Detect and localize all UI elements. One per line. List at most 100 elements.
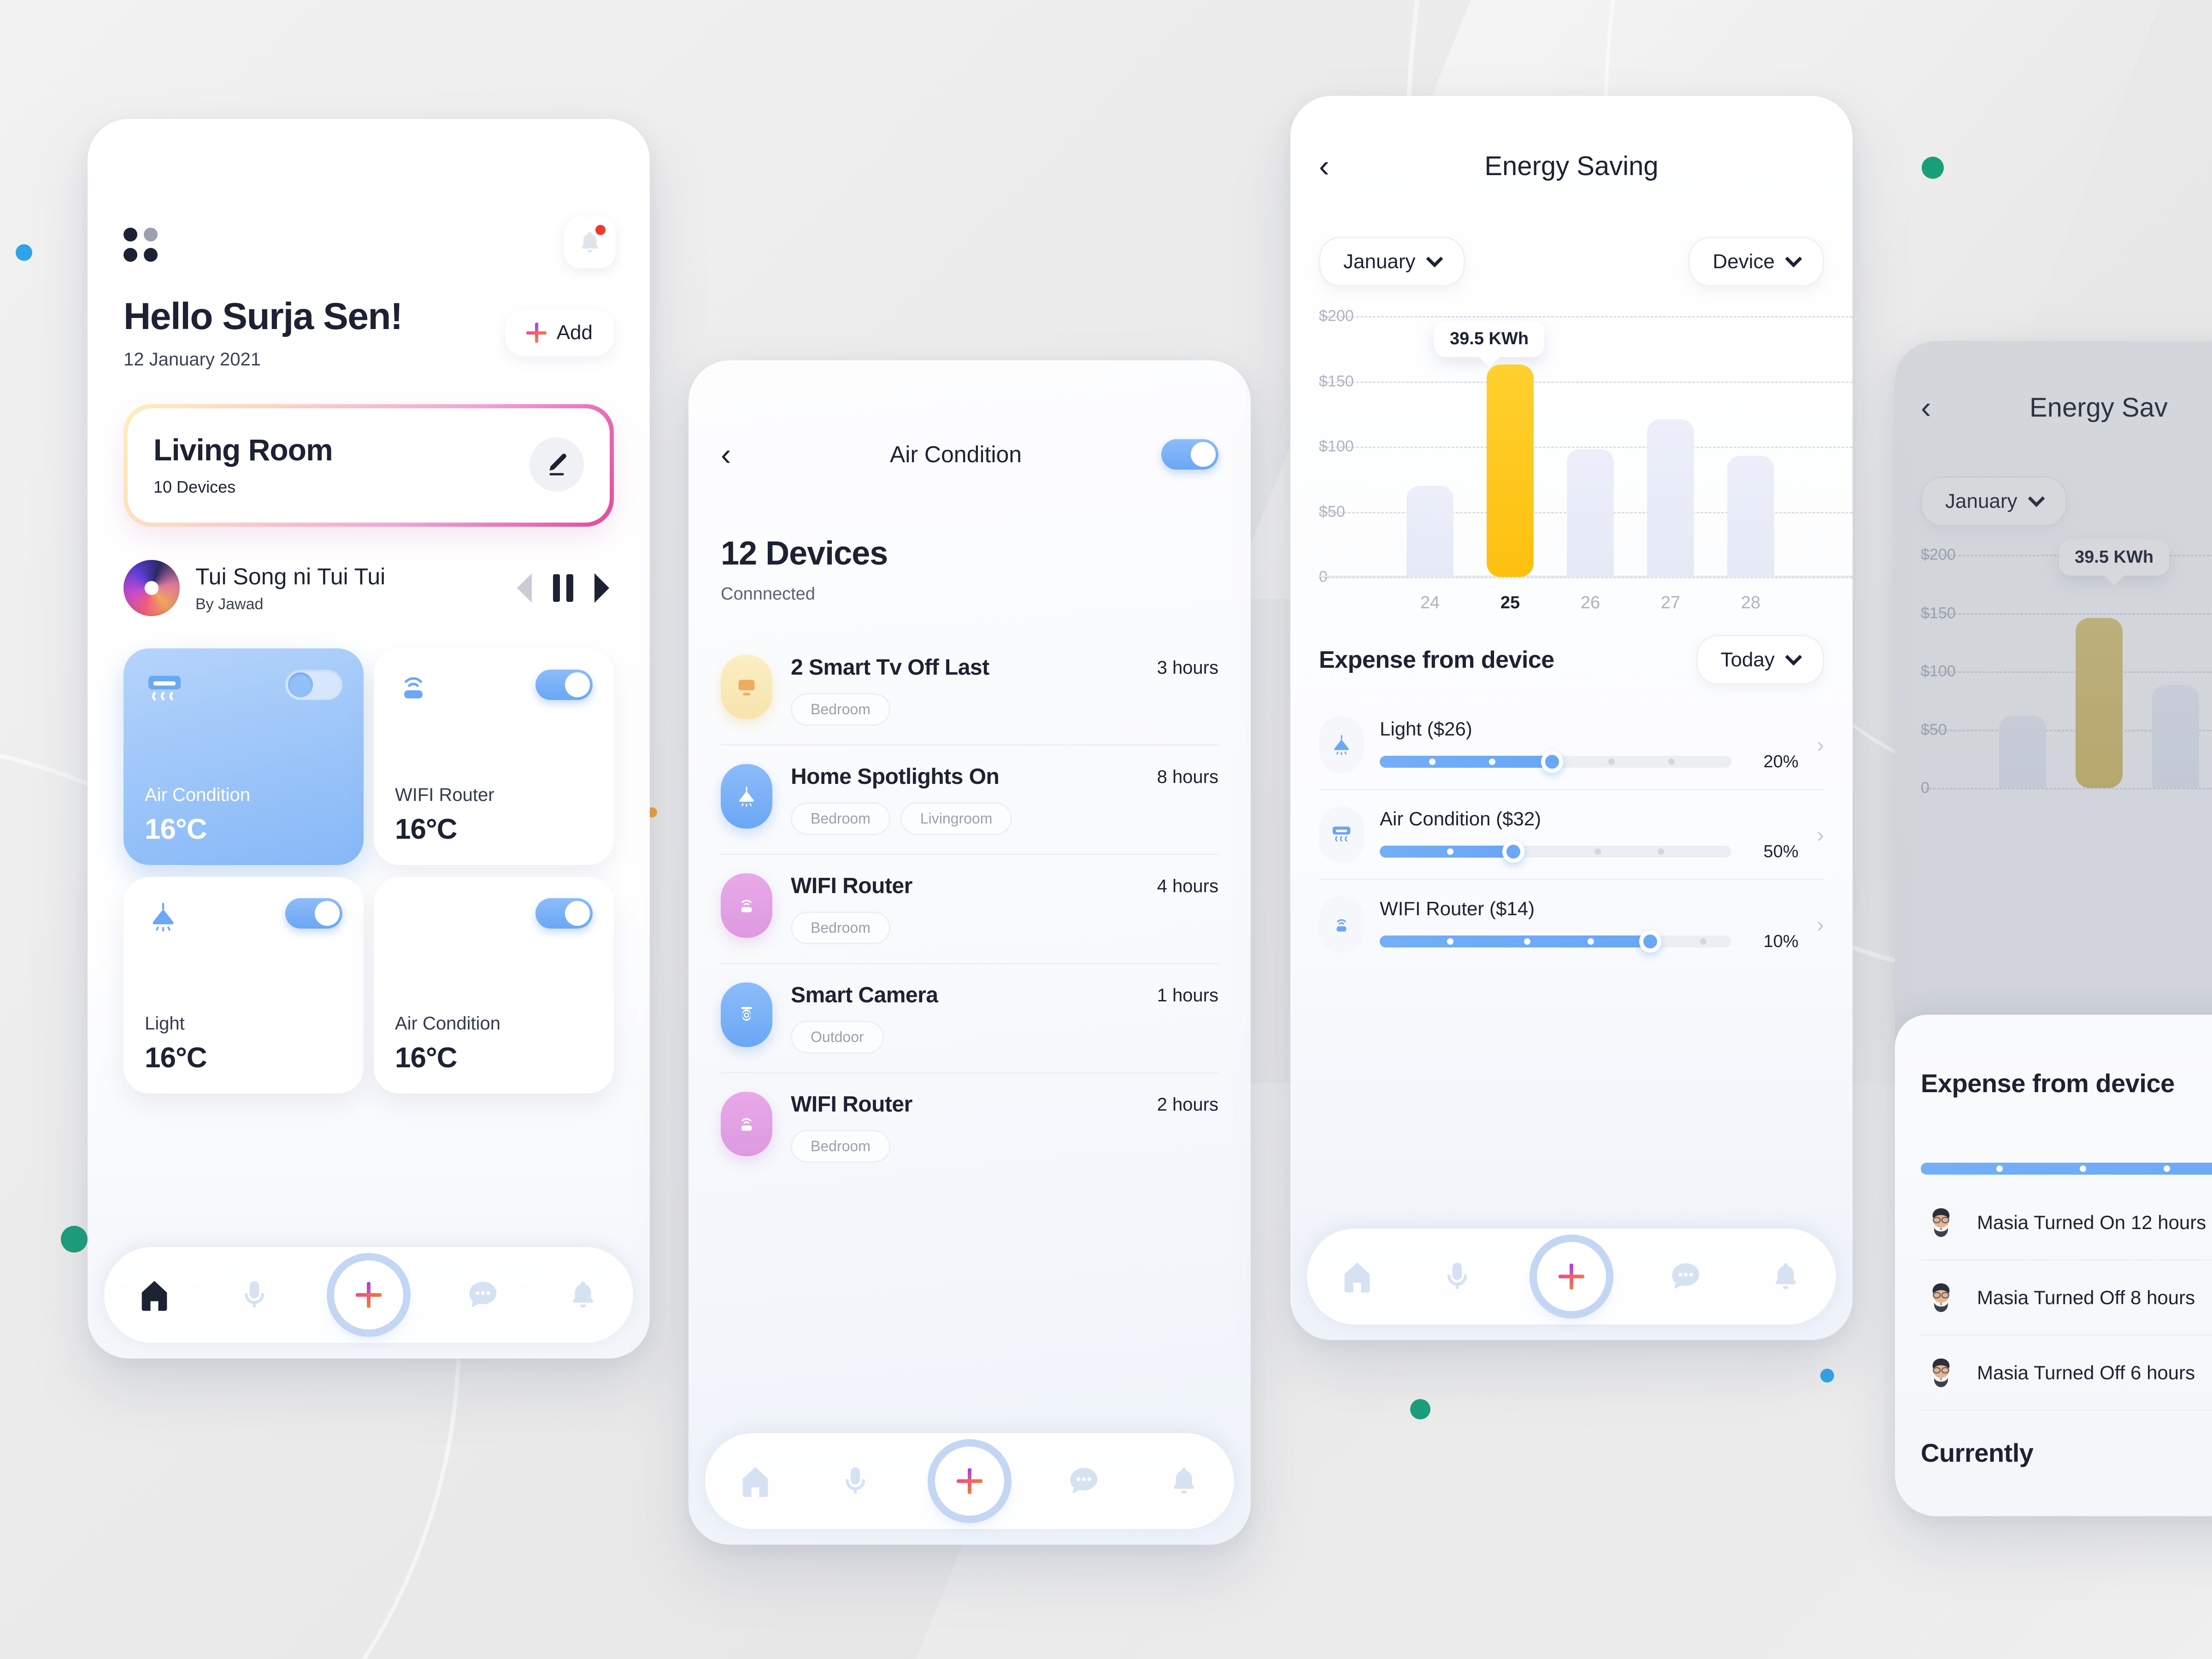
phone-screen-energy-detail[interactable]: ‹ Energy Sav January $200 $150 $100 $50 … (1895, 341, 2212, 1516)
decor-dot-blue-bottom (1820, 1369, 1834, 1382)
oven-expense-row[interactable]: Oven ($2 (1921, 1122, 2212, 1175)
add-button[interactable]: Add (505, 309, 614, 356)
nav-mic-button[interactable] (835, 1460, 876, 1502)
room-tag[interactable]: Bedroom (791, 693, 890, 726)
device-toggle[interactable] (285, 898, 342, 929)
device-toggle[interactable] (535, 898, 593, 929)
wifi-router-icon (721, 1092, 772, 1156)
room-tag[interactable]: Outdoor (791, 1021, 884, 1053)
table-row[interactable]: Smart Camera Outdoor 1 hours (721, 964, 1218, 1073)
list-item[interactable]: Masia Turned Off 8 hours (1921, 1261, 2212, 1336)
page-title: Energy Saving (1484, 151, 1659, 181)
room-card[interactable]: Living Room 10 Devices (124, 404, 614, 527)
table-row[interactable]: 2 Smart Tv Off Last Bedroom 3 hours (721, 636, 1218, 746)
notifications-button[interactable] (564, 217, 616, 268)
bell-icon (1776, 1263, 1796, 1289)
nav-add-button[interactable] (334, 1260, 403, 1330)
list-item[interactable]: Air Condition ($32) 50% › (1319, 790, 1824, 880)
list-item[interactable]: Masia Turned On 12 hours (1921, 1186, 2212, 1261)
device-hours: 8 hours (1157, 767, 1218, 787)
expense-percent: 50% (1763, 841, 1799, 861)
bar-27[interactable] (1647, 419, 1694, 577)
bar-26 (2152, 685, 2199, 788)
chevron-right-icon[interactable]: › (1814, 732, 1824, 757)
period-filter[interactable]: Today (1696, 635, 1824, 685)
room-tag[interactable]: Bedroom (791, 802, 890, 835)
chevron-left-icon[interactable]: ‹ (1921, 392, 1950, 423)
nav-add-button[interactable] (1536, 1242, 1606, 1311)
music-player[interactable]: Tui Song ni Tui Tui By Jawad (124, 560, 614, 616)
expense-bottom-sheet[interactable]: Expense from device Oven ($2 (1895, 1015, 2212, 1516)
edit-room-button[interactable] (529, 437, 584, 492)
month-filter[interactable]: January (1921, 477, 2067, 526)
activity-text: Masia Turned On 12 hours (1977, 1212, 2206, 1233)
phone-screen-air-condition[interactable]: ‹ Air Condition 12 Devices Connnected 2 … (688, 360, 1251, 1545)
expense-header: Expense from device Today (1319, 635, 1824, 685)
nav-notifications-button[interactable] (1163, 1460, 1205, 1502)
nav-mic-button[interactable] (234, 1274, 275, 1316)
device-toggle[interactable] (535, 670, 593, 700)
chevron-right-icon[interactable]: › (1814, 912, 1824, 937)
nav-chat-button[interactable] (462, 1274, 504, 1316)
chart-bars (1406, 316, 1824, 577)
bar-28[interactable] (1727, 455, 1774, 577)
phone-screen-energy-saving[interactable]: ‹ Energy Saving January Device $200 $150… (1290, 96, 1853, 1340)
ceiling-lamp-icon (721, 764, 772, 829)
nav-home-button[interactable] (735, 1460, 776, 1502)
greeting-title: Hello Surja Sen! (124, 295, 403, 337)
nav-chat-button[interactable] (1665, 1256, 1706, 1297)
phone-screen-home[interactable]: Hello Surja Sen! 12 January 2021 Add Liv… (88, 119, 650, 1359)
bell-icon (1174, 1467, 1194, 1494)
plus-icon (355, 1282, 382, 1308)
device-filter[interactable]: Device (1688, 237, 1824, 287)
pause-icon[interactable] (553, 574, 573, 602)
y-tick-50: $50 (1921, 721, 1947, 738)
table-row[interactable]: Home Spotlights On Bedroom Livingroom 8 … (721, 746, 1218, 855)
room-tag[interactable]: Bedroom (791, 912, 890, 944)
bar-24[interactable] (1406, 485, 1453, 577)
ceiling-lamp-icon (153, 903, 174, 932)
add-button-label: Add (556, 321, 593, 344)
nav-notifications-button[interactable] (562, 1274, 604, 1316)
expense-slider[interactable] (1380, 841, 1731, 863)
bar-26[interactable] (1567, 449, 1614, 577)
list-item[interactable]: WIFI Router ($14) 10% › (1319, 880, 1824, 969)
room-tag[interactable]: Bedroom (791, 1130, 890, 1163)
list-item[interactable]: Light ($26) 20% › (1319, 700, 1824, 790)
oven-slider[interactable] (1921, 1163, 2212, 1175)
month-filter[interactable]: January (1319, 237, 1465, 287)
home-icon (141, 1281, 167, 1311)
nav-chat-button[interactable] (1063, 1460, 1105, 1502)
room-tag[interactable]: Livingroom (900, 802, 1012, 835)
nav-add-button[interactable] (935, 1447, 1004, 1516)
device-list: 2 Smart Tv Off Last Bedroom 3 hours Home… (721, 636, 1218, 1181)
table-row[interactable]: WIFI Router Bedroom 2 hours (721, 1073, 1218, 1181)
nav-mic-button[interactable] (1436, 1256, 1478, 1297)
room-title: Living Room (153, 433, 333, 467)
chevron-right-icon[interactable]: › (1814, 822, 1824, 847)
grid-dots-icon[interactable] (124, 228, 158, 262)
energy-bar-chart: $200 $150 $100 $50 0 39.5 KWh 24 25 26 2… (1319, 307, 1853, 612)
device-card-wifi-router[interactable]: WIFI Router 16°C (374, 648, 614, 865)
device-card-light[interactable]: Light 16°C (124, 877, 364, 1094)
device-card-air-condition[interactable]: Air Condition 16°C (124, 648, 364, 865)
previous-icon[interactable] (517, 573, 532, 603)
nav-home-button[interactable] (1336, 1256, 1378, 1297)
x-tick-27: 27 (1660, 593, 1681, 612)
decor-dot-green-top (1922, 157, 1944, 179)
bar-25[interactable] (1487, 364, 1534, 577)
chevron-left-icon[interactable]: ‹ (721, 439, 750, 470)
connection-status: Connnected (721, 584, 815, 604)
expense-slider[interactable] (1380, 751, 1731, 773)
device-toggle[interactable] (285, 670, 342, 700)
nav-notifications-button[interactable] (1765, 1256, 1806, 1297)
next-icon[interactable] (594, 573, 609, 603)
expense-slider[interactable] (1380, 930, 1731, 953)
nav-home-button[interactable] (134, 1274, 175, 1316)
list-item[interactable]: Masia Turned Off 6 hours (1921, 1336, 2212, 1411)
table-row[interactable]: WIFI Router Bedroom 4 hours (721, 855, 1218, 964)
sheet-title: Expense from device (1921, 1069, 2175, 1098)
energy-header: ‹ Energy Saving (1319, 96, 1824, 182)
device-card-air-condition-2[interactable]: Air Condition 16°C (374, 877, 614, 1094)
master-toggle[interactable] (1161, 439, 1218, 470)
